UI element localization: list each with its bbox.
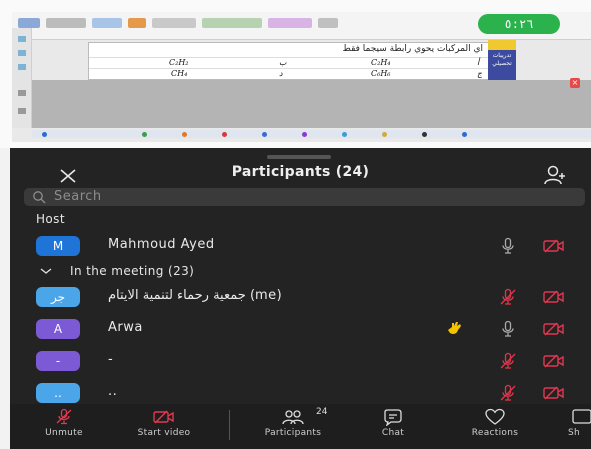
participants-label: Participants [264,428,322,438]
participant-name: .. [108,384,118,399]
meeting-timer: ٥:٢٦ [478,14,560,34]
close-icon[interactable]: × [570,78,580,88]
start-video-button[interactable]: Start video [124,408,204,438]
invite-icon[interactable] [542,163,568,187]
windows-taskbar [32,130,591,138]
unmute-button[interactable]: Unmute [32,408,96,438]
unmute-label: Unmute [45,428,83,438]
video-off-icon[interactable] [542,352,566,370]
reactions-button[interactable]: Reactions [454,408,536,438]
video-off-icon[interactable] [542,237,566,255]
drag-handle[interactable] [267,155,331,159]
chat-label: Chat [381,428,405,438]
heart-icon [485,408,505,425]
avatar: A [36,319,80,339]
video-off-icon[interactable] [542,288,566,306]
chevron-down-icon[interactable] [40,266,52,276]
mic-icon[interactable] [498,319,518,339]
share-label: Sh [568,428,581,438]
mic-muted-icon[interactable] [498,351,518,371]
panel-title: Participants (24) [231,164,370,180]
slide-row: CH₄ د C₆H₆ ج [89,68,497,80]
toolbar-divider [229,410,230,440]
share-button[interactable]: Sh [568,408,591,438]
slide-cell: C₂H₂ [169,58,189,67]
avatar: - [36,351,80,371]
participants-count: 24 [316,407,328,417]
start-video-label: Start video [137,428,191,438]
participants-button[interactable]: 24 Participants [248,407,338,438]
slide-thumbnails [12,28,32,128]
slide-question: اي المركبات يحوي رابطة سيجما فقط [342,44,483,54]
participants-icon [282,410,304,425]
chat-button[interactable]: Chat [370,408,416,438]
participants-panel: Participants (24) Search Host M Mahmoud … [10,148,591,449]
mic-icon[interactable] [498,236,518,256]
participant-row[interactable]: A Arwa [10,315,591,345]
participant-name: Mahmoud Ayed [108,237,215,252]
slide-cell: C₆H₆ [371,69,391,78]
participant-name: Arwa [108,320,143,335]
chat-icon [384,409,402,426]
meeting-toolbar: Unmute Start video 24 Participants Chat … [10,404,591,449]
participant-row[interactable]: جر جمعية رحماء لتنمية الايتام (me) [10,283,591,313]
video-off-icon [153,410,174,424]
slide-cell: CH₄ [171,69,188,78]
participant-name: جمعية رحماء لتنمية الايتام (me) [108,288,282,303]
slide-side-card: تدريبات تحصيلي [488,40,516,80]
shared-screen: اي المركبات يحوي رابطة سيجما فقط C₂H₂ ب … [0,0,591,148]
slide-cell: أ [477,58,480,67]
participant-row[interactable]: M Mahmoud Ayed [10,232,591,262]
participant-row[interactable]: - - [10,347,591,377]
search-input[interactable]: Search [24,188,585,206]
search-icon [33,191,46,204]
mic-muted-icon [56,408,72,425]
avatar: .. [36,383,80,403]
share-screen-icon [571,409,591,424]
slide-content: اي المركبات يحوي رابطة سيجما فقط C₂H₂ ب … [88,42,498,80]
slide-workspace [32,80,591,128]
host-section-label: Host [36,212,65,226]
mic-muted-icon[interactable] [498,383,518,403]
video-off-icon[interactable] [542,320,566,338]
mic-muted-icon[interactable] [498,287,518,307]
slide-cell: C₂H₄ [371,58,391,67]
meeting-section-label: In the meeting (23) [70,264,195,278]
avatar: M [36,236,80,256]
video-off-icon[interactable] [542,384,566,402]
avatar: جر [36,287,80,307]
slide-cell: ب [279,58,287,67]
raised-hand-icon [448,322,461,334]
slide-cell: ج [477,69,483,78]
search-placeholder: Search [54,189,102,204]
side-card-text: تدريبات تحصيلي [492,52,512,67]
participant-name: - [108,352,114,367]
slide-cell: د [279,69,283,78]
reactions-label: Reactions [471,428,519,438]
